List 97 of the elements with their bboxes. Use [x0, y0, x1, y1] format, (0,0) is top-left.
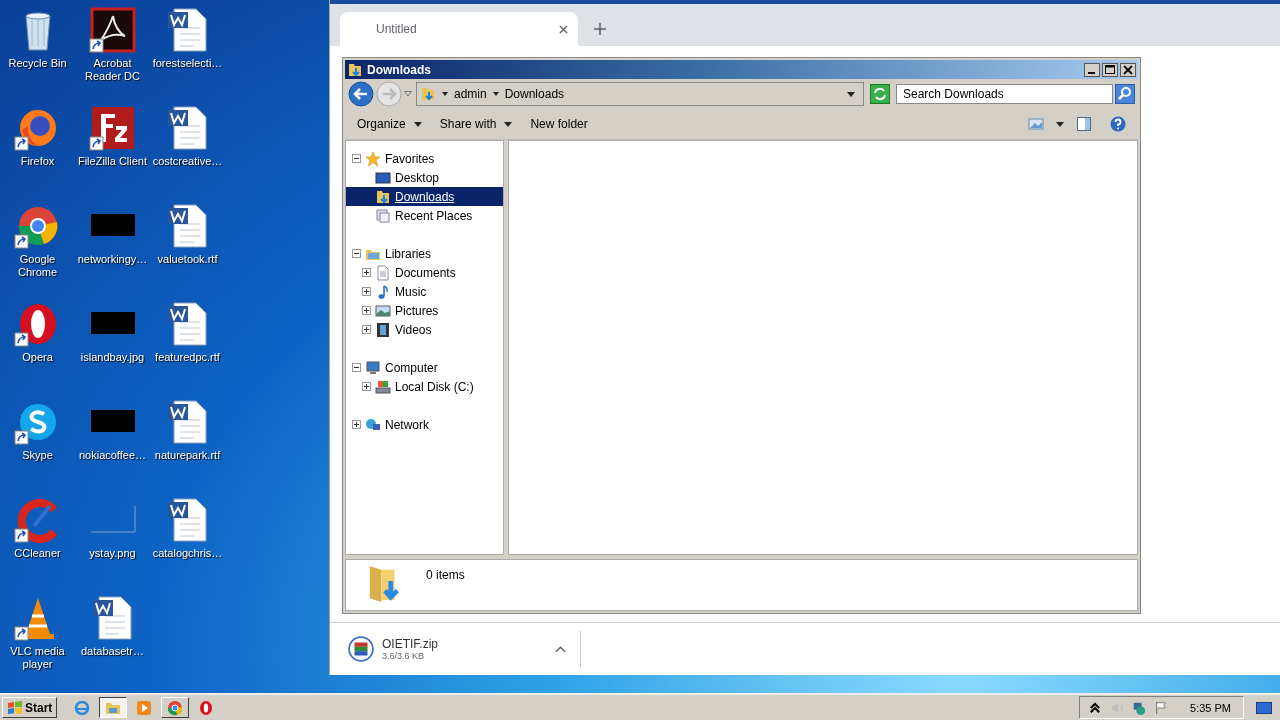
- folder-icon: [347, 61, 363, 78]
- tree-item[interactable]: Downloads: [346, 187, 503, 206]
- app-icon: [136, 699, 153, 716]
- tree-icon: [365, 150, 381, 167]
- flag-icon[interactable]: [1154, 700, 1169, 715]
- expander-icon[interactable]: [352, 420, 361, 429]
- tree-item[interactable]: Network: [346, 415, 503, 434]
- icon-label: Google Chrome: [16, 253, 59, 279]
- search-field[interactable]: Search Downloads: [896, 84, 1113, 104]
- preview-pane-icon[interactable]: [1076, 116, 1092, 132]
- show-desktop-icon[interactable]: [1256, 701, 1272, 714]
- icon-label: networkingy…: [77, 253, 148, 266]
- tree-icon: [375, 207, 391, 224]
- download-filename[interactable]: OIETIF.zip: [382, 637, 555, 651]
- tree-item[interactable]: Computer: [346, 358, 503, 377]
- icon-label: Recycle Bin: [8, 57, 67, 70]
- icon-label: Skype: [22, 449, 53, 462]
- show-hidden-icons[interactable]: [1088, 700, 1103, 715]
- tree-item[interactable]: Recent Places: [346, 206, 503, 225]
- tree-item[interactable]: Documents: [346, 263, 503, 282]
- icon-label: naturepark.rtf: [154, 449, 221, 462]
- refresh-button[interactable]: [870, 84, 890, 104]
- caret-icon[interactable]: [492, 92, 499, 96]
- expander-icon[interactable]: [362, 382, 371, 391]
- caret-icon[interactable]: [442, 92, 448, 96]
- icon-label: catalogchris…: [152, 547, 223, 560]
- expander-icon[interactable]: [362, 268, 371, 277]
- icon-label: Opera: [22, 351, 53, 364]
- history-dropdown-icon[interactable]: [404, 91, 412, 97]
- icon-label: Firefox: [20, 155, 55, 168]
- tree-item[interactable]: Local Disk (C:): [346, 377, 503, 396]
- icon-label: ystay.png: [89, 547, 136, 560]
- tree-item[interactable]: Desktop: [346, 168, 503, 187]
- item-count: 0 items: [426, 568, 465, 582]
- icon-label: CCleaner: [14, 547, 61, 560]
- tree-icon: [375, 378, 391, 395]
- archive-icon[interactable]: [348, 636, 374, 662]
- app-icon[interactable]: [88, 104, 137, 152]
- folder-icon: [420, 86, 436, 102]
- tree-item[interactable]: Favorites: [346, 149, 503, 168]
- tree-icon: [375, 321, 391, 338]
- expander-icon[interactable]: [352, 363, 361, 372]
- icon-label: costcreative…: [152, 155, 223, 168]
- icon-label: VLC media player: [9, 645, 66, 671]
- app-icon: [74, 699, 91, 716]
- icon-label: Acrobat Reader DC: [84, 57, 141, 83]
- tree-icon: [375, 264, 391, 281]
- expander-icon[interactable]: [362, 306, 371, 315]
- windows-logo-icon: [7, 700, 23, 715]
- app-icon: [198, 699, 215, 716]
- tree-item[interactable]: Pictures: [346, 301, 503, 320]
- minimize-button[interactable]: [1084, 62, 1100, 77]
- toolbar-button[interactable]: Share with: [433, 114, 519, 134]
- maximize-button[interactable]: [1102, 62, 1118, 77]
- address-bar[interactable]: admin Downloads: [416, 82, 864, 106]
- icon-label: islandbay.jpg: [80, 351, 145, 364]
- tree-icon: [375, 188, 391, 205]
- tree-icon: [375, 283, 391, 300]
- expander-icon[interactable]: [362, 325, 371, 334]
- tree-item[interactable]: Libraries: [346, 244, 503, 263]
- tree-item[interactable]: Music: [346, 282, 503, 301]
- expander-icon[interactable]: [352, 154, 361, 163]
- app-icon[interactable]: [88, 6, 137, 54]
- tree-icon: [375, 302, 391, 319]
- back-button[interactable]: [348, 81, 374, 107]
- close-button[interactable]: [1120, 62, 1136, 77]
- toolbar-button[interactable]: Organize: [351, 114, 428, 134]
- tree-icon: [365, 359, 381, 376]
- expander-icon[interactable]: [362, 287, 371, 296]
- icon-label: nokiacoffee…: [78, 449, 147, 462]
- search-button[interactable]: [1115, 84, 1135, 104]
- window-title: Downloads: [367, 62, 432, 77]
- network-icon[interactable]: [1132, 700, 1147, 715]
- icon-label: FileZilla Client: [77, 155, 148, 168]
- clock[interactable]: 5:35 PM: [1190, 701, 1231, 714]
- icon-label: databasetr…: [81, 645, 144, 658]
- tree-icon: [375, 169, 391, 186]
- taskbar-button[interactable]: [99, 697, 128, 718]
- new-tab-icon[interactable]: [594, 23, 606, 35]
- expander-icon[interactable]: [352, 249, 361, 258]
- tree-icon: [365, 416, 381, 433]
- caret-icon[interactable]: [1056, 121, 1064, 127]
- tree-item[interactable]: Videos: [346, 320, 503, 339]
- close-icon[interactable]: [559, 24, 568, 34]
- download-size: 3.6/3.6 KB: [382, 651, 426, 661]
- caret-icon[interactable]: [555, 645, 566, 653]
- icon-label: featuredpc.rtf: [155, 351, 220, 364]
- start-button[interactable]: Start: [2, 697, 58, 718]
- toolbar-button[interactable]: New folder: [524, 114, 594, 134]
- help-icon[interactable]: [1110, 116, 1126, 132]
- app-icon: [167, 699, 184, 716]
- icon-label: forestselecti…: [152, 57, 223, 70]
- caret-icon[interactable]: [847, 91, 855, 97]
- icon-label: valuetook.rtf: [157, 253, 218, 266]
- browser-tab[interactable]: Untitled: [340, 12, 578, 46]
- breadcrumb[interactable]: admin: [454, 87, 487, 101]
- breadcrumb[interactable]: Downloads: [504, 87, 565, 101]
